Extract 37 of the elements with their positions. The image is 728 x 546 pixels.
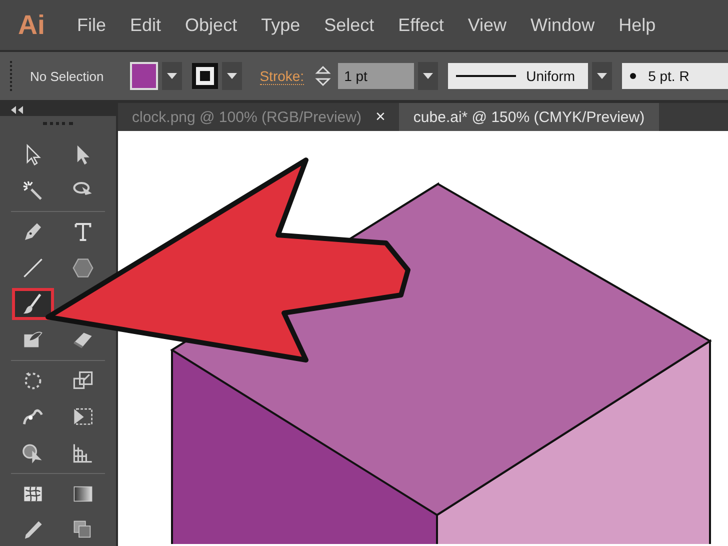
stroke-link[interactable]: Stroke:: [260, 68, 304, 84]
dropdown-button[interactable]: [162, 62, 182, 90]
tab-label: cube.ai* @ 150% (CMYK/Preview): [413, 108, 645, 126]
profile-label: Uniform: [526, 68, 576, 84]
menu-item[interactable]: Effect: [386, 14, 456, 36]
caret-icon: [226, 73, 237, 79]
stroke-swatch[interactable]: [192, 63, 218, 89]
dot-icon: [630, 73, 636, 79]
perspective-grid-icon: [71, 441, 95, 465]
menu-item[interactable]: Object: [173, 14, 250, 36]
menu-item[interactable]: File: [65, 14, 118, 36]
caret-icon: [597, 73, 608, 79]
caret-icon: [166, 73, 177, 79]
fill-swatch[interactable]: [130, 62, 158, 90]
brush-label: 5 pt. R: [648, 68, 690, 84]
dropdown-button[interactable]: [418, 62, 438, 90]
stroke-weight-field[interactable]: 1 pt: [338, 63, 414, 89]
caret-icon: [423, 73, 434, 79]
line-icon: [21, 256, 45, 280]
dropdown-button[interactable]: [592, 62, 612, 90]
app-logo: Ai: [18, 10, 45, 40]
menu-item[interactable]: View: [456, 14, 519, 36]
line-preview: [456, 75, 516, 77]
menu-item[interactable]: Select: [312, 14, 386, 36]
menu-item[interactable]: Type: [249, 14, 312, 36]
menu-item[interactable]: Help: [606, 14, 668, 36]
brush-dropdown[interactable]: 5 pt. R: [622, 63, 728, 89]
document-tab[interactable]: cube.ai* @ 150% (CMYK/Preview): [399, 103, 659, 131]
menu-item[interactable]: Window: [518, 14, 607, 36]
selection-label: No Selection: [30, 68, 104, 84]
menu-item[interactable]: Edit: [118, 14, 174, 36]
tab-label: clock.png @ 100% (RGB/Preview): [132, 108, 362, 126]
hexagon-icon: [71, 256, 95, 280]
tool-button[interactable]: [12, 288, 54, 320]
close-button[interactable]: ×: [375, 107, 386, 127]
profile-dropdown[interactable]: Uniform: [448, 63, 588, 89]
dropdown-button[interactable]: [222, 62, 242, 90]
